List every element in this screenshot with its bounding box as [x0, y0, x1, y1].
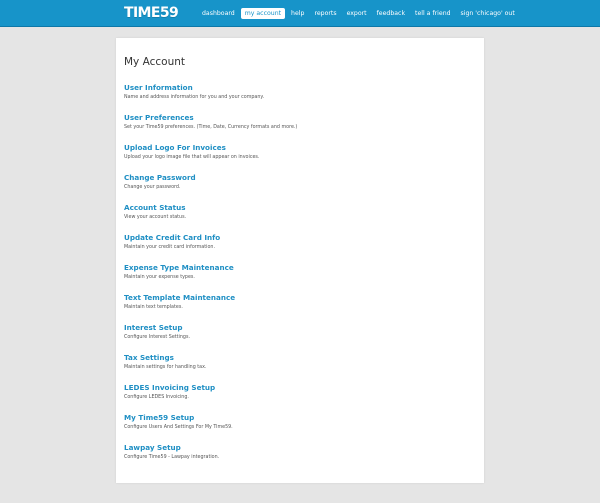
- update-credit-card-link[interactable]: Update Credit Card Info: [124, 233, 297, 243]
- list-item: User Information Name and address inform…: [124, 83, 297, 113]
- item-description: Maintain settings for handling tax.: [124, 365, 207, 370]
- list-item: Upload Logo For Invoices Upload your log…: [124, 143, 297, 173]
- list-item: Text Template Maintenance Maintain text …: [124, 293, 297, 323]
- item-description: View your account status.: [124, 215, 187, 220]
- list-item: Lawpay Setup Configure Time59 - Lawpay i…: [124, 443, 297, 473]
- item-description: Configure Time59 - Lawpay integration.: [124, 455, 220, 460]
- item-description: Maintain text templates.: [124, 305, 183, 310]
- my-account-panel: My Account User Information Name and add…: [116, 38, 484, 483]
- account-status-link[interactable]: Account Status: [124, 203, 297, 213]
- interest-setup-link[interactable]: Interest Setup: [124, 323, 297, 333]
- item-description: Set your Time59 preferences. (Time, Date…: [124, 125, 298, 130]
- list-item: Tax Settings Maintain settings for handl…: [124, 353, 297, 383]
- tax-settings-link[interactable]: Tax Settings: [124, 353, 297, 363]
- user-information-link[interactable]: User Information: [124, 83, 297, 93]
- page-title: My Account: [124, 56, 186, 69]
- list-item: Update Credit Card Info Maintain your cr…: [124, 233, 297, 263]
- item-description: Configure Interest Settings.: [124, 335, 190, 340]
- item-description: Change your password.: [124, 185, 181, 190]
- nav-my-account[interactable]: my account: [240, 8, 286, 19]
- list-item: User Preferences Set your Time59 prefere…: [124, 113, 297, 143]
- upload-logo-link[interactable]: Upload Logo For Invoices: [124, 143, 297, 153]
- item-description: Upload your logo image file that will ap…: [124, 155, 260, 160]
- list-item: Interest Setup Configure Interest Settin…: [124, 323, 297, 353]
- list-item: My Time59 Setup Configure Users And Sett…: [124, 413, 297, 443]
- account-options-list: User Information Name and address inform…: [124, 83, 297, 473]
- nav-reports[interactable]: reports: [310, 8, 340, 19]
- item-description: Maintain your expense types.: [124, 275, 195, 280]
- user-preferences-link[interactable]: User Preferences: [124, 113, 297, 123]
- lawpay-setup-link[interactable]: Lawpay Setup: [124, 443, 297, 453]
- nav-help[interactable]: help: [287, 8, 308, 19]
- nav-tell-a-friend[interactable]: tell a friend: [411, 8, 455, 19]
- item-description: Maintain your credit card information.: [124, 245, 215, 250]
- expense-type-maintenance-link[interactable]: Expense Type Maintenance: [124, 263, 297, 273]
- main-nav: dashboard my account help reports export…: [198, 8, 521, 19]
- item-description: Configure LEDES Invoicing.: [124, 395, 189, 400]
- item-description: Name and address information for you and…: [124, 95, 265, 100]
- text-template-maintenance-link[interactable]: Text Template Maintenance: [124, 293, 297, 303]
- change-password-link[interactable]: Change Password: [124, 173, 297, 183]
- nav-dashboard[interactable]: dashboard: [198, 8, 239, 19]
- list-item: Expense Type Maintenance Maintain your e…: [124, 263, 297, 293]
- list-item: Change Password Change your password.: [124, 173, 297, 203]
- list-item: LEDES Invoicing Setup Configure LEDES In…: [124, 383, 297, 413]
- list-item: Account Status View your account status.: [124, 203, 297, 233]
- ledes-invoicing-setup-link[interactable]: LEDES Invoicing Setup: [124, 383, 297, 393]
- nav-sign-out[interactable]: sign 'chicago' out: [457, 8, 519, 19]
- nav-feedback[interactable]: feedback: [373, 8, 409, 19]
- time59-logo[interactable]: TIME59: [124, 5, 179, 21]
- nav-export[interactable]: export: [343, 8, 371, 19]
- my-time59-setup-link[interactable]: My Time59 Setup: [124, 413, 297, 423]
- top-bar: TIME59 dashboard my account help reports…: [0, 0, 600, 26]
- item-description: Configure Users And Settings For My Time…: [124, 425, 233, 430]
